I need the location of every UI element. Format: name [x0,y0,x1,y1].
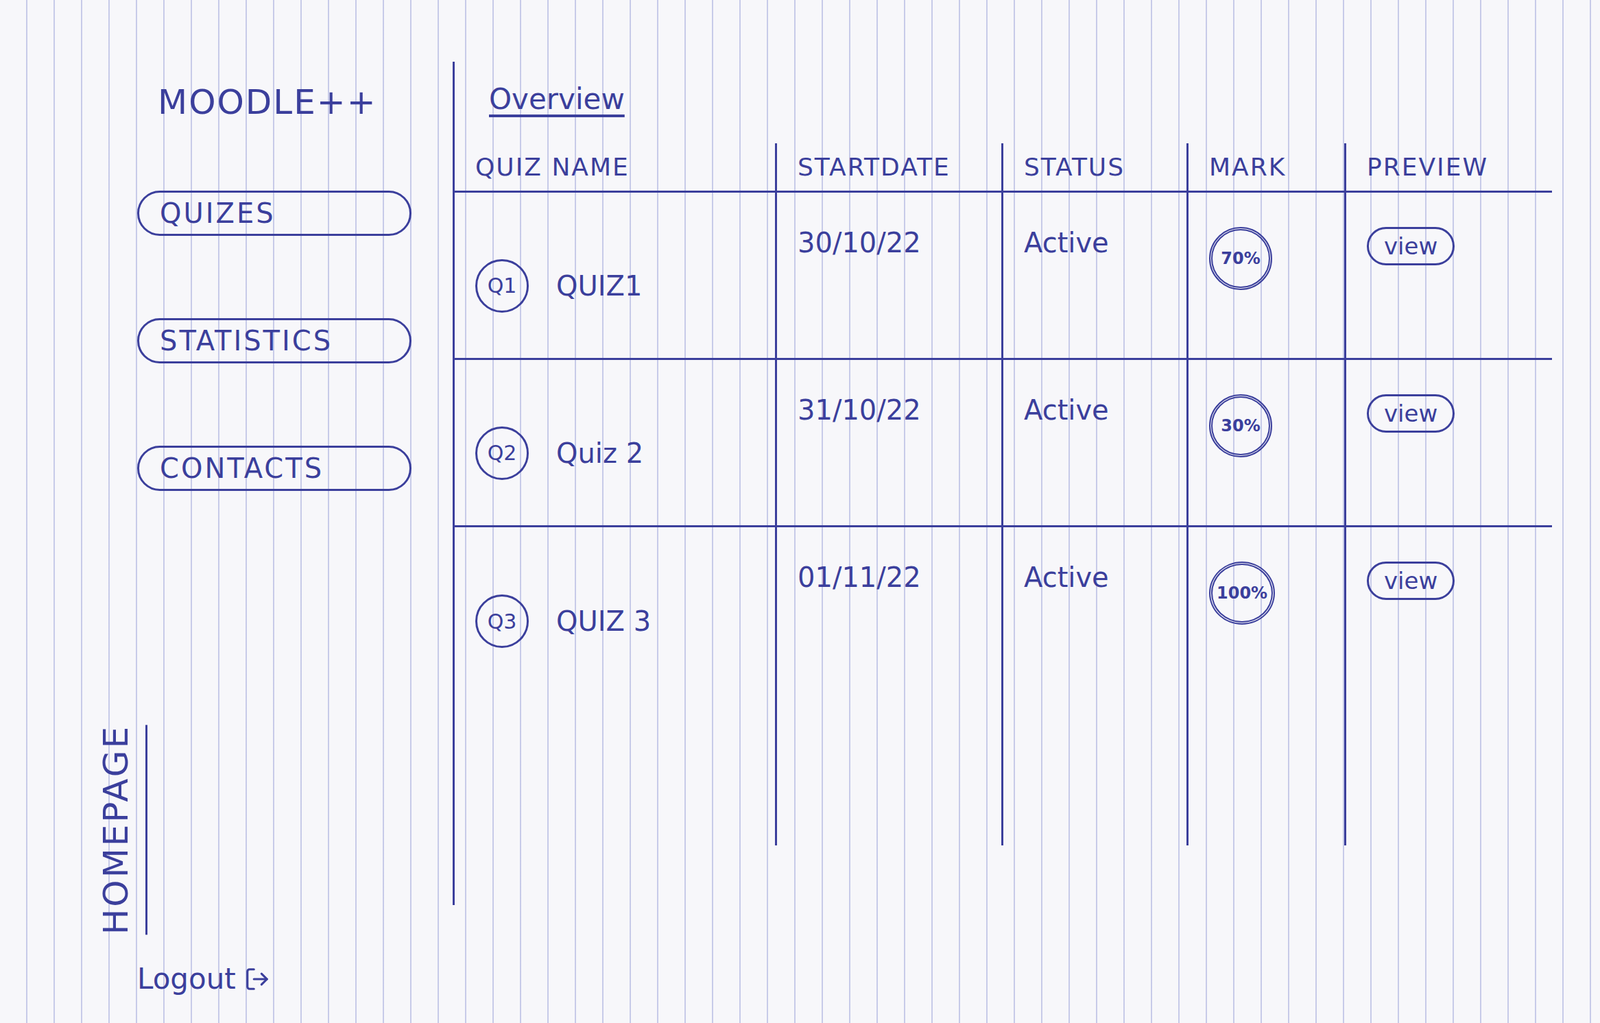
table-filler [1346,694,1552,846]
table-filler [777,694,1004,846]
sidebar-item[interactable]: QUIZES [137,190,412,236]
quiz-name-cell: Q3QUIZ 3 [454,527,778,695]
start-date-cell: 30/10/22 [777,192,1004,361]
column-header: PREVIEW [1346,143,1552,193]
logout-icon [244,966,271,993]
sidebar: MOODLE++ QUIZES STATISTICS CONTACTS HOMEPAGE… [0,0,453,1023]
preview-cell: view [1346,360,1552,528]
view-button[interactable]: view [1366,227,1455,266]
quiz-name-cell: Q1QUIZ1 [454,192,778,361]
quiz-badge: Q3 [475,594,529,649]
mark-badge: 30% [1209,394,1273,458]
mark-badge: 70% [1209,227,1273,291]
quiz-badge: Q1 [475,259,529,313]
start-date-cell: 31/10/22 [777,360,1004,528]
main-content: Overview QUIZ NAMESTARTDATESTATUSMARKPREV… [452,61,1600,906]
column-header: STARTDATE [777,143,1004,193]
start-date-cell: 01/11/22 [777,527,1004,695]
column-header: MARK [1188,143,1347,193]
view-button[interactable]: view [1366,394,1455,433]
preview-cell: view [1346,527,1552,695]
sidebar-item[interactable]: CONTACTS [137,445,412,492]
logout-button[interactable]: Logout [137,962,271,996]
quiz-table: QUIZ NAMESTARTDATESTATUSMARKPREVIEW Q1QUI… [454,143,1573,846]
mark-cell: 100% [1188,527,1347,695]
page-label: HOMEPAGE [96,724,148,935]
page-label-area: HOMEPAGE [96,573,148,963]
mark-cell: 30% [1188,360,1347,528]
table-filler [1003,694,1189,846]
table-filler [454,694,778,846]
mark-cell: 70% [1188,192,1347,361]
sidebar-item[interactable]: STATISTICS [137,318,412,364]
overview-heading: Overview [488,82,1573,116]
status-cell: Active [1003,527,1189,695]
column-header: QUIZ NAME [454,143,778,193]
status-cell: Active [1003,192,1189,361]
preview-cell: view [1346,192,1552,361]
quiz-name-cell: Q2Quiz 2 [454,360,778,528]
mark-badge: 100% [1209,561,1275,625]
status-cell: Active [1003,360,1189,528]
table-filler [1188,694,1347,846]
app-logo: MOODLE++ [157,82,378,123]
quiz-badge: Q2 [475,426,529,481]
column-header: STATUS [1003,143,1189,193]
paper-sketch: MOODLE++ QUIZES STATISTICS CONTACTS HOMEPAGE… [0,0,1600,1023]
view-button[interactable]: view [1366,561,1455,601]
